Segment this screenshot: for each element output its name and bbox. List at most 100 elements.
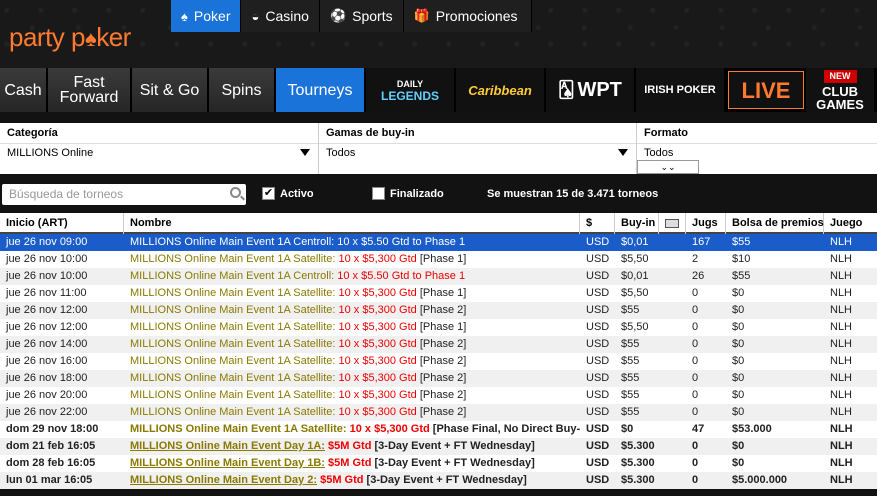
cell-name: MILLIONS Online Main Event 1A Satellite:…	[124, 421, 580, 438]
table-row[interactable]: jue 26 nov 16:00 MILLIONS Online Main Eve…	[0, 353, 877, 370]
cell-prize-pool: $0	[732, 406, 745, 418]
search-icon[interactable]	[230, 187, 241, 198]
cell-currency: USD	[586, 253, 610, 265]
col-start[interactable]: Inicio (ART)	[0, 213, 124, 234]
tab-fast-forward[interactable]: Fast Forward	[48, 68, 132, 112]
table-row[interactable]: jue 26 nov 12:00 MILLIONS Online Main Eve…	[0, 302, 877, 319]
expand-filters-button[interactable]: ⌄⌄	[637, 160, 699, 174]
cell-players: 0	[692, 457, 699, 469]
cell-start: jue 26 nov 20:00	[6, 389, 88, 401]
cell-players: 0	[692, 304, 699, 316]
tab-sit-and-go[interactable]: Sit & Go	[132, 68, 209, 112]
table-row[interactable]: jue 26 nov 14:00 MILLIONS Online Main Eve…	[0, 336, 877, 353]
cell-ticket	[659, 251, 686, 268]
cell-ticket	[659, 421, 686, 438]
promo-club-games[interactable]: NEW CLUB GAMES	[806, 68, 876, 112]
cell-currency: USD	[586, 372, 610, 384]
cell-start: jue 26 nov 11:00	[6, 287, 87, 299]
category-select[interactable]: MILLIONS Online	[0, 143, 318, 165]
format-label: Formato	[644, 127, 688, 139]
table-row[interactable]: dom 28 feb 16:05 MILLIONS Online Main Eve…	[0, 455, 877, 472]
cell-start: jue 26 nov 18:00	[6, 372, 88, 384]
col-currency[interactable]: $	[580, 213, 615, 234]
partypoker-logo[interactable]: party p♠ker	[9, 22, 131, 53]
active-checkbox[interactable]: ✔	[262, 187, 275, 200]
promo-irish-poker[interactable]: IRISH POKER	[636, 68, 726, 112]
buyin-filter[interactable]: Gamas de buy-in Todos	[319, 123, 637, 174]
col-buyin[interactable]: Buy-in	[615, 213, 659, 234]
nav-casino[interactable]: ◒ Casino	[241, 0, 320, 32]
cell-start: jue 26 nov 22:00	[6, 406, 88, 418]
tournament-name[interactable]: MILLIONS Online Main Event Day 1A:	[130, 440, 325, 452]
cell-game: NLH	[830, 321, 853, 333]
col-prize-pool[interactable]: Bolsa de premios	[726, 213, 824, 234]
nav-sports[interactable]: ⚽ Sports	[319, 0, 404, 32]
top-nav: ♠ Poker ◒ Casino ⚽ Sports 🎁 Promociones	[171, 0, 533, 32]
phase-text: [Phase 2]	[416, 304, 467, 316]
phase-text: [3-Day Event + FT Wednesday]	[371, 440, 535, 452]
table-row[interactable]: lun 01 mar 16:05 MILLIONS Online Main Eve…	[0, 472, 877, 489]
guarantee-text: 10 x $5,300 Gtd	[338, 389, 417, 401]
promo-daily-legends[interactable]: DAILY LEGENDS	[366, 68, 456, 112]
cell-buyin: $5,50	[621, 253, 649, 265]
cell-players: 0	[692, 406, 699, 418]
cell-name: MILLIONS Online Main Event 1A Satellite:…	[124, 285, 580, 302]
promo-partypoker-live[interactable]: LIVE	[728, 71, 804, 109]
table-row[interactable]: jue 26 nov 09:00 MILLIONS Online Main Eve…	[0, 234, 877, 251]
guarantee-text: $5M Gtd	[324, 457, 372, 469]
col-name[interactable]: Nombre	[124, 213, 580, 234]
table-row[interactable]: jue 26 nov 12:00 MILLIONS Online Main Eve…	[0, 319, 877, 336]
tournament-name: MILLIONS Online Main Event 1A Satellite:	[130, 372, 339, 384]
soccer-ball-icon: ⚽	[329, 8, 347, 23]
phase-text: [Phase 1]	[416, 253, 467, 265]
cell-ticket	[659, 302, 686, 319]
cell-buyin: $55	[621, 338, 640, 350]
guarantee-text: 10 x $5,300 Gtd	[338, 253, 417, 265]
cell-ticket	[659, 353, 686, 370]
category-label: Categoría	[7, 127, 58, 139]
promo-caribbean-poker-party[interactable]: Caribbean	[456, 68, 546, 112]
tab-tourneys[interactable]: Tourneys	[276, 68, 366, 112]
cell-ticket	[659, 336, 686, 353]
table-row[interactable]: jue 26 nov 10:00 MILLIONS Online Main Eve…	[0, 251, 877, 268]
buyin-select[interactable]: Todos	[319, 143, 636, 165]
cell-start: dom 21 feb 16:05	[6, 440, 96, 452]
chevron-down-icon[interactable]	[618, 149, 628, 156]
table-row[interactable]: jue 26 nov 22:00 MILLIONS Online Main Eve…	[0, 404, 877, 421]
table-row[interactable]: jue 26 nov 18:00 MILLIONS Online Main Eve…	[0, 370, 877, 387]
cell-currency: USD	[586, 457, 610, 469]
cell-start: jue 26 nov 16:00	[6, 355, 88, 367]
cell-ticket	[659, 285, 686, 302]
cell-players: 26	[692, 270, 705, 282]
col-players[interactable]: Jugs	[686, 213, 726, 234]
nav-poker[interactable]: ♠ Poker	[171, 0, 242, 32]
table-row[interactable]: jue 26 nov 20:00 MILLIONS Online Main Eve…	[0, 387, 877, 404]
table-row[interactable]: jue 26 nov 11:00 MILLIONS Online Main Eve…	[0, 285, 877, 302]
cell-buyin: $55	[621, 389, 640, 401]
spade-icon: ♠	[85, 26, 97, 51]
tab-cash[interactable]: Cash	[0, 68, 48, 112]
cell-game: NLH	[830, 372, 853, 384]
table-row[interactable]: dom 29 nov 18:00 MILLIONS Online Main Eve…	[0, 421, 877, 438]
nav-promociones[interactable]: 🎁 Promociones	[403, 0, 533, 32]
category-filter[interactable]: Categoría MILLIONS Online	[0, 123, 319, 174]
table-row[interactable]: dom 21 feb 16:05 MILLIONS Online Main Eve…	[0, 438, 877, 455]
col-game[interactable]: Juego	[824, 213, 877, 234]
cell-prize-pool: $0	[732, 355, 745, 367]
table-row[interactable]: jue 26 nov 10:00 MILLIONS Online Main Eve…	[0, 268, 877, 285]
cell-currency: USD	[586, 270, 610, 282]
guarantee-text: $5M Gtd	[317, 474, 364, 486]
chevron-down-icon[interactable]	[300, 149, 310, 156]
tournament-search-input[interactable]: Búsqueda de torneos	[2, 184, 246, 205]
cell-prize-pool: $0	[732, 304, 745, 316]
tournament-name[interactable]: MILLIONS Online Main Event Day 2:	[130, 474, 317, 486]
cell-buyin: $0,01	[621, 270, 649, 282]
finished-checkbox[interactable]	[372, 187, 385, 200]
col-ticket[interactable]	[659, 213, 686, 234]
tab-spins[interactable]: Spins	[209, 68, 276, 112]
tournament-name[interactable]: MILLIONS Online Main Event Day 1B:	[130, 457, 325, 469]
results-count: Se muestran 15 de 3.471 torneos	[487, 188, 659, 200]
cell-start: jue 26 nov 10:00	[6, 270, 88, 282]
promo-wpt[interactable]: 🂡 WPT	[546, 68, 636, 112]
cell-prize-pool: $5.000.000	[732, 474, 788, 486]
